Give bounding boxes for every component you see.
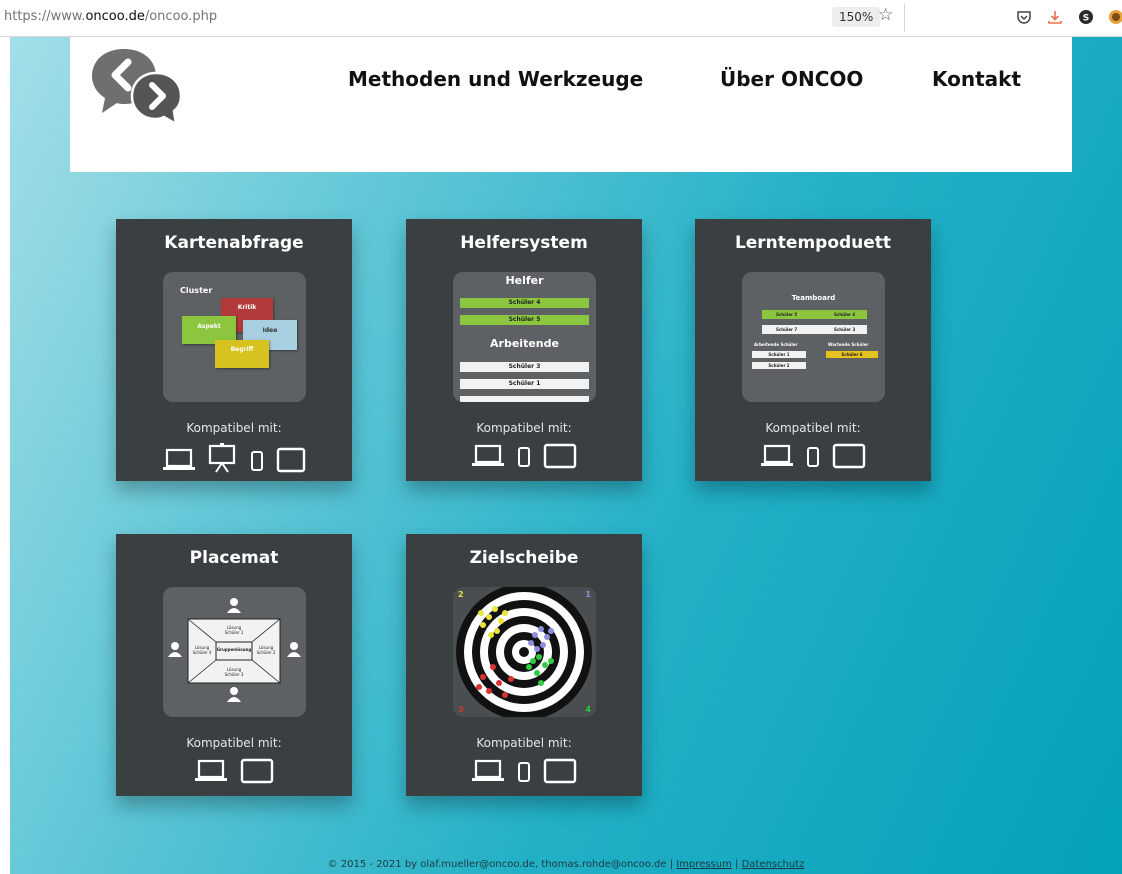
tablet-icon [543,758,577,784]
placemat-center-label: Gruppenlösung [216,647,252,652]
preview-working-label: Arbeitende Schüler [754,342,798,347]
placemat-left-label: Lösung Schüler 4 [192,645,212,655]
tablet-icon [276,447,305,473]
nav-ueber-oncoo[interactable]: Über ONCOO [720,67,863,91]
nav-kontakt[interactable]: Kontakt [932,67,1021,91]
nav-methoden-und-werkzeuge[interactable]: Methoden und Werkzeuge [348,67,643,91]
target-corner-4: 4 [585,705,591,714]
placemat-preview: Gruppenlösung Lösung Schüler 1 Lösung Sc… [163,587,306,717]
pocket-icon[interactable] [1016,9,1032,25]
zielscheibe-preview: 2 1 3 4 [453,587,596,717]
phone-icon [518,762,530,782]
account-avatar-icon[interactable] [1108,9,1122,25]
preview-helpers-heading: Helfer [505,274,544,287]
phone-icon [250,451,263,471]
compat-label: Kompatibel mit: [476,421,572,435]
card-placemat[interactable]: Placemat Gruppenlösung Lösung Schüler 1 … [116,534,352,796]
preview-helper-row: Schüler 5 [460,315,589,325]
device-icons [406,758,642,790]
device-icons [116,443,352,475]
target-corner-3: 3 [458,705,464,714]
preview-workers-heading: Arbeitende [490,337,559,350]
compat-label: Kompatibel mit: [186,736,282,750]
target-corner-2: 2 [458,590,464,599]
lerntempoduett-preview: Teamboard Schüler 5 Schüler 4 Schüler 7 … [742,272,885,402]
preview-pair-student: Schüler 5 [776,312,798,317]
card-helfersystem[interactable]: Helfersystem Helfer Schüler 4 Schüler 5 … [406,219,642,481]
placemat-right-label: Lösung Schüler 2 [256,645,276,655]
footer-separator: | [731,859,742,870]
card-title: Helfersystem [460,233,588,253]
compat-label: Kompatibel mit: [186,421,282,435]
card-title: Kartenabfrage [164,233,304,253]
preview-worker-row: Schüler 3 [460,362,589,372]
preview-worker-row-partial [460,396,589,402]
preview-teamboard-heading: Teamboard [791,294,836,302]
footer-copyright: © 2015 - 2021 by olaf.mueller@oncoo.de, … [327,859,677,870]
target-corner-1: 1 [585,590,591,599]
preview-pair-row: Schüler 5 Schüler 4 [762,310,867,319]
preview-pair-row: Schüler 7 Schüler 3 [762,325,867,334]
card-lerntempoduett[interactable]: Lerntempoduett Teamboard Schüler 5 Schül… [695,219,931,481]
compat-label: Kompatibel mit: [476,736,572,750]
zoom-level-button[interactable]: 150% [832,7,881,27]
kartenabfrage-preview: Cluster Kritik Aspekt Idee Begriff [163,272,306,402]
url-domain: oncoo.de [85,9,145,24]
site-footer: © 2015 - 2021 by olaf.mueller@oncoo.de, … [10,859,1122,870]
card-title: Placemat [189,548,279,568]
placemat-bottom-label: Lösung Schüler 3 [224,667,244,677]
url-path: /oncoo.php [144,9,218,24]
compat-label: Kompatibel mit: [765,421,861,435]
laptop-icon [471,759,504,781]
datenschutz-link[interactable]: Datenschutz [742,859,805,870]
laptop-icon [195,759,228,781]
download-icon[interactable] [1047,9,1063,25]
tablet-icon [240,758,273,784]
site-header: Methoden und Werkzeuge Über ONCOO Kontak… [70,37,1072,172]
placemat-diagram [168,598,301,702]
preview-waiting-row: Schüler 6 [826,351,878,358]
device-icons [116,758,352,790]
phone-icon [518,447,530,467]
preview-working-row: Schüler 2 [752,362,806,369]
svg-text:S: S [1083,14,1089,24]
whiteboard-icon [209,443,236,473]
tablet-icon [543,443,577,469]
card-title: Zielscheibe [469,548,579,568]
card-zielscheibe[interactable]: Zielscheibe 2 1 3 4 Kompatibel mit: [406,534,642,796]
browser-toolbar: https://www.oncoo.de/oncoo.php 150% ☆ S [0,0,1122,37]
helfersystem-preview: Helfer Schüler 4 Schüler 5 Arbeitende Sc… [453,272,596,402]
card-kartenabfrage[interactable]: Kartenabfrage Cluster Kritik Aspekt Idee… [116,219,352,481]
extension-icon[interactable]: S [1078,9,1094,25]
preview-card-begriff: Begriff [215,340,269,368]
bookmark-star-icon[interactable]: ☆ [878,5,893,25]
toolbar-divider [904,4,905,32]
device-icons [695,443,931,475]
preview-helper-row: Schüler 4 [460,298,589,308]
page-body: Methoden und Werkzeuge Über ONCOO Kontak… [10,37,1122,874]
laptop-icon [471,444,504,466]
preview-working-row: Schüler 1 [752,351,806,358]
laptop-icon [760,444,793,466]
laptop-icon [163,448,196,470]
preview-waiting-label: Wartende Schüler [828,342,869,347]
impressum-link[interactable]: Impressum [676,859,732,870]
tablet-icon [832,443,866,469]
preview-pair-student: Schüler 4 [834,312,856,317]
placemat-top-label: Lösung Schüler 1 [224,625,244,635]
phone-icon [807,447,819,467]
preview-pair-student: Schüler 7 [776,327,798,332]
card-title: Lerntempoduett [734,233,892,253]
oncoo-logo[interactable] [90,45,186,125]
target-rings [456,587,592,717]
device-icons [406,443,642,475]
preview-pair-student: Schüler 3 [834,327,856,332]
preview-worker-row: Schüler 1 [460,379,589,389]
preview-cluster-label: Cluster [180,286,213,295]
address-bar[interactable]: https://www.oncoo.de/oncoo.php [4,9,217,24]
url-prefix: https://www. [4,9,86,24]
target-diagram [456,587,592,717]
